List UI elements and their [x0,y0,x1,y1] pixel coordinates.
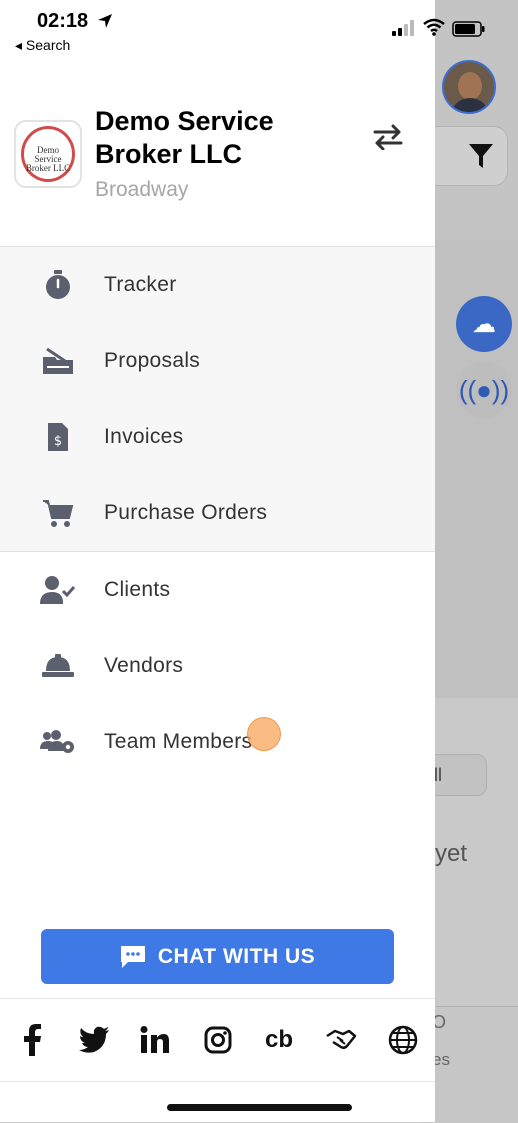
primary-menu: Tracker Proposals $ Invoices Purchase Or… [0,246,435,552]
menu-item-vendors[interactable]: Vendors [0,628,435,704]
team-gear-icon [40,724,76,760]
menu-label-tracker: Tracker [104,273,177,296]
battery-icon [452,21,485,37]
menu-label-proposals: Proposals [104,349,201,372]
cellular-signal-icon [392,20,414,36]
location-arrow-icon [98,14,112,28]
company-logo-text: Demo Service Broker LLC [25,145,71,173]
switch-company-icon[interactable] [372,124,404,150]
menu-label-team-members: Team Members [104,730,253,753]
avatar[interactable] [442,60,496,114]
navigation-drawer: Demo Service Broker LLC Demo Service Bro… [0,0,435,1122]
company-location: Broadway [95,178,189,201]
touch-indicator [247,717,281,751]
proposal-icon [40,343,76,379]
linkedin-icon[interactable] [138,1023,172,1057]
menu-item-proposals[interactable]: Proposals [0,323,435,399]
cart-icon [40,495,76,531]
weather-icon[interactable]: ☁ [456,296,512,352]
globe-icon[interactable] [386,1023,420,1057]
svg-text:$: $ [54,434,62,449]
menu-label-clients: Clients [104,578,171,601]
chat-bubble-icon [120,945,145,968]
facebook-icon[interactable] [15,1023,49,1057]
wifi-icon [423,18,445,36]
social-links-bar: cb [0,998,435,1082]
stopwatch-icon [40,267,76,303]
status-bar: 02:18 ◂ Search [0,0,518,56]
client-check-icon [40,572,76,608]
menu-label-purchase-orders: Purchase Orders [104,501,268,524]
cb-icon[interactable]: cb [262,1023,296,1057]
broadcast-icon[interactable]: ((●)) [456,362,512,418]
company-name: Demo Service Broker LLC [95,106,274,169]
filter-icon[interactable] [468,142,494,170]
menu-item-purchase-orders[interactable]: Purchase Orders [0,475,435,551]
empty-state-text: yet [435,840,468,867]
company-logo: Demo Service Broker LLC [14,120,82,188]
home-indicator[interactable] [167,1104,352,1111]
invoice-icon: $ [40,419,76,455]
chat-button-label: CHAT WITH US [157,944,316,968]
twitter-icon[interactable] [77,1023,111,1057]
menu-item-team-members[interactable]: Team Members [0,704,435,780]
instagram-icon[interactable] [201,1023,235,1057]
menu-item-tracker[interactable]: Tracker [0,247,435,323]
handshake-icon[interactable] [324,1023,358,1057]
menu-label-invoices: Invoices [104,425,184,448]
menu-label-vendors: Vendors [104,654,184,677]
status-time: 02:18 [37,10,89,32]
hard-hat-icon [40,648,76,684]
back-to-search-link[interactable]: ◂ Search [15,37,70,54]
menu-item-invoices[interactable]: $ Invoices [0,399,435,475]
chat-with-us-button[interactable]: CHAT WITH US [41,929,394,984]
menu-item-clients[interactable]: Clients [0,552,435,628]
